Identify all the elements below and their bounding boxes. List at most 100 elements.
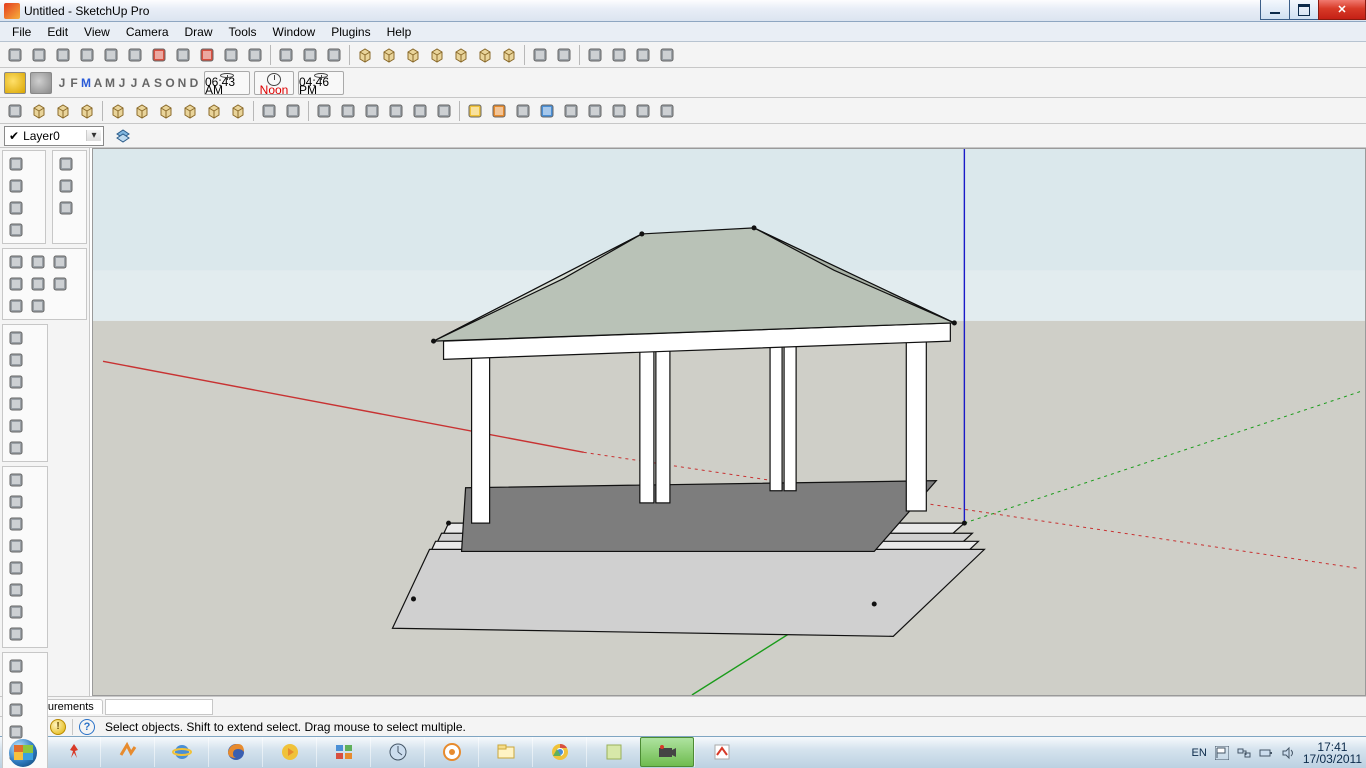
redo-button[interactable]: [196, 44, 218, 66]
front-button[interactable]: [402, 44, 424, 66]
position-tool[interactable]: [6, 252, 26, 272]
month-1[interactable]: F: [68, 76, 80, 90]
layer-manager-button[interactable]: [112, 125, 134, 147]
save-button[interactable]: [52, 44, 74, 66]
close-button[interactable]: [1318, 0, 1366, 20]
taskbar-app-chrome[interactable]: [532, 737, 586, 767]
tag-grey3-button[interactable]: [584, 100, 606, 122]
taskbar-app-orange-app[interactable]: [424, 737, 478, 767]
undo-button[interactable]: [172, 44, 194, 66]
zoom-extents-tool[interactable]: [50, 274, 70, 294]
sandbox1-tool[interactable]: [6, 656, 26, 676]
layers-stack1-button[interactable]: [258, 100, 280, 122]
language-indicator[interactable]: EN: [1192, 747, 1207, 759]
warehouse1-button[interactable]: [584, 44, 606, 66]
left-button[interactable]: [474, 44, 496, 66]
view-back-button[interactable]: [203, 100, 225, 122]
section-group2-button[interactable]: [553, 44, 575, 66]
tray-flag-icon[interactable]: [1215, 746, 1229, 760]
month-7[interactable]: A: [140, 76, 152, 90]
taskbar-app-ie[interactable]: [154, 737, 208, 767]
polygon-tool[interactable]: [6, 416, 26, 436]
view-right-button[interactable]: [179, 100, 201, 122]
style3-button[interactable]: [361, 100, 383, 122]
tag-grey2-button[interactable]: [560, 100, 582, 122]
month-3[interactable]: A: [92, 76, 104, 90]
taskbar-app-office[interactable]: [316, 737, 370, 767]
month-0[interactable]: J: [56, 76, 68, 90]
taskbar-app-pin[interactable]: [46, 737, 100, 767]
taskbar-app-notes[interactable]: [586, 737, 640, 767]
rectangle-tool[interactable]: [6, 328, 26, 348]
sandbox2-tool[interactable]: [6, 678, 26, 698]
help-icon[interactable]: ?: [79, 719, 95, 735]
pushpull-tool[interactable]: [6, 470, 26, 490]
toggle-something-button[interactable]: [275, 44, 297, 66]
tag-grey5-button[interactable]: [632, 100, 654, 122]
move-tool[interactable]: [6, 492, 26, 512]
top-button[interactable]: [378, 44, 400, 66]
tape-tool[interactable]: [6, 558, 26, 578]
menu-help[interactable]: Help: [379, 23, 420, 41]
back-button[interactable]: [450, 44, 472, 66]
print-button[interactable]: [220, 44, 242, 66]
date-slider[interactable]: JFMAMJJASOND: [56, 76, 200, 90]
component-button[interactable]: [28, 100, 50, 122]
month-4[interactable]: M: [104, 76, 116, 90]
warehouse3-button[interactable]: [632, 44, 654, 66]
month-10[interactable]: N: [176, 76, 188, 90]
taskbar-clock[interactable]: 17:41 17/03/2011: [1303, 741, 1362, 765]
menu-draw[interactable]: Draw: [177, 23, 221, 41]
menu-edit[interactable]: Edit: [39, 23, 76, 41]
copy-button[interactable]: [100, 44, 122, 66]
menu-plugins[interactable]: Plugins: [323, 23, 378, 41]
taskbar-app-sketchup[interactable]: [694, 737, 748, 767]
tag-blue-button[interactable]: [536, 100, 558, 122]
warehouse4-button[interactable]: [656, 44, 678, 66]
shadows-on-button[interactable]: [4, 72, 26, 94]
menu-camera[interactable]: Camera: [118, 23, 177, 41]
paste-button[interactable]: [124, 44, 146, 66]
arc-tool[interactable]: [6, 394, 26, 414]
pan-tool[interactable]: [28, 296, 48, 316]
right-button[interactable]: [426, 44, 448, 66]
menu-window[interactable]: Window: [265, 23, 324, 41]
menu-tools[interactable]: Tools: [221, 23, 265, 41]
freehand-tool[interactable]: [6, 438, 26, 458]
taskbar-app-firefox[interactable]: [208, 737, 262, 767]
time-end[interactable]: 04:46 PM: [298, 71, 344, 95]
time-noon[interactable]: Noon: [254, 71, 294, 95]
home-button[interactable]: [498, 44, 520, 66]
tag-grey6-button[interactable]: [656, 100, 678, 122]
section-group1-button[interactable]: [529, 44, 551, 66]
line-tool[interactable]: [6, 350, 26, 370]
toggle-ground-button[interactable]: [323, 44, 345, 66]
text-tool[interactable]: [6, 580, 26, 600]
circle-tool[interactable]: [6, 372, 26, 392]
month-8[interactable]: S: [152, 76, 164, 90]
model-viewport[interactable]: [92, 148, 1366, 696]
taskbar-app-camera-app[interactable]: [640, 737, 694, 767]
open-button[interactable]: [28, 44, 50, 66]
zoom-tool[interactable]: [6, 274, 26, 294]
tray-battery-icon[interactable]: [1259, 746, 1273, 760]
paint-tool[interactable]: [56, 154, 76, 174]
iso-button[interactable]: [354, 44, 376, 66]
open-group-button[interactable]: [76, 100, 98, 122]
maximize-button[interactable]: [1289, 0, 1319, 20]
active-layer-combo[interactable]: ✔ Layer0: [4, 126, 104, 146]
dim-tool[interactable]: [6, 602, 26, 622]
orbit-tool[interactable]: [6, 296, 26, 316]
monochrome-tool[interactable]: [6, 198, 26, 218]
hidden-tool[interactable]: [6, 176, 26, 196]
view-iso-button[interactable]: [107, 100, 129, 122]
tag-orange-button[interactable]: [488, 100, 510, 122]
style1-button[interactable]: [313, 100, 335, 122]
style6-button[interactable]: [433, 100, 455, 122]
delete-button[interactable]: [148, 44, 170, 66]
rotate-tool[interactable]: [6, 514, 26, 534]
month-2[interactable]: M: [80, 76, 92, 90]
month-9[interactable]: O: [164, 76, 176, 90]
cut-button[interactable]: [76, 44, 98, 66]
select-tool[interactable]: [6, 154, 26, 174]
